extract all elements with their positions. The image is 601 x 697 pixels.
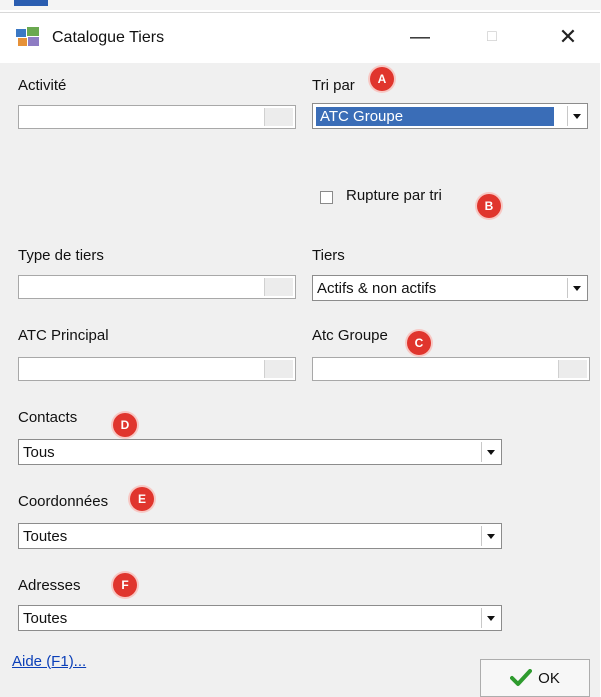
activite-lookup-button[interactable] [264, 108, 293, 126]
maximize-button[interactable]: □ [470, 19, 514, 55]
chevron-down-icon[interactable] [567, 106, 585, 126]
chevron-down-icon[interactable] [481, 608, 499, 628]
tri-par-select[interactable]: ATC Groupe [312, 103, 588, 129]
title-bar: Catalogue Tiers — □ ✕ [0, 13, 600, 63]
coordonnees-label: Coordonnées [18, 493, 109, 510]
ok-button[interactable]: OK [480, 659, 590, 697]
annotation-marker-c: C [407, 331, 431, 355]
atc-groupe-lookup-button[interactable] [558, 360, 587, 378]
adresses-value: Toutes [23, 610, 68, 627]
contacts-select[interactable]: Tous [18, 439, 502, 465]
help-link[interactable]: Aide (F1)... [12, 653, 86, 670]
app-icon [16, 27, 39, 46]
atc-groupe-field[interactable] [312, 357, 590, 381]
coordonnees-select[interactable]: Toutes [18, 523, 502, 549]
close-button[interactable]: ✕ [546, 19, 590, 55]
coordonnees-value: Toutes [23, 528, 68, 545]
dialog-body: Activité Tri par A ATC Groupe Rupture pa… [0, 63, 600, 697]
chevron-down-icon[interactable] [567, 278, 585, 298]
annotation-marker-e: E [130, 487, 154, 511]
atc-principal-label: ATC Principal [18, 327, 109, 344]
tiers-value: Actifs & non actifs [317, 280, 437, 297]
adresses-select[interactable]: Toutes [18, 605, 502, 631]
activite-label: Activité [18, 77, 67, 94]
activite-field[interactable] [18, 105, 296, 129]
adresses-label: Adresses [18, 577, 81, 594]
atc-principal-field[interactable] [18, 357, 296, 381]
chevron-down-icon[interactable] [481, 442, 499, 462]
background-strip [0, 0, 601, 10]
atc-principal-lookup-button[interactable] [264, 360, 293, 378]
catalogue-tiers-dialog: Catalogue Tiers — □ ✕ Activité Tri par A… [0, 12, 600, 697]
contacts-label: Contacts [18, 409, 78, 426]
checkmark-icon [510, 669, 533, 686]
annotation-marker-d: D [113, 413, 137, 437]
window-title: Catalogue Tiers [52, 29, 165, 46]
background-logo-fragment [14, 0, 48, 6]
tri-par-label: Tri par [312, 77, 355, 94]
type-tiers-field[interactable] [18, 275, 296, 299]
rupture-label: Rupture par tri [346, 187, 442, 204]
contacts-value: Tous [23, 444, 55, 461]
annotation-marker-a: A [370, 67, 394, 91]
tiers-label: Tiers [312, 247, 345, 264]
atc-groupe-label: Atc Groupe [312, 327, 388, 344]
ok-label: OK [538, 669, 560, 687]
minimize-button[interactable]: — [398, 19, 442, 55]
tri-par-value: ATC Groupe [316, 107, 554, 126]
annotation-marker-f: F [113, 573, 137, 597]
rupture-checkbox[interactable] [320, 191, 333, 204]
type-tiers-lookup-button[interactable] [264, 278, 293, 296]
type-tiers-label: Type de tiers [18, 247, 104, 264]
tiers-select[interactable]: Actifs & non actifs [312, 275, 588, 301]
chevron-down-icon[interactable] [481, 526, 499, 546]
annotation-marker-b: B [477, 194, 501, 218]
